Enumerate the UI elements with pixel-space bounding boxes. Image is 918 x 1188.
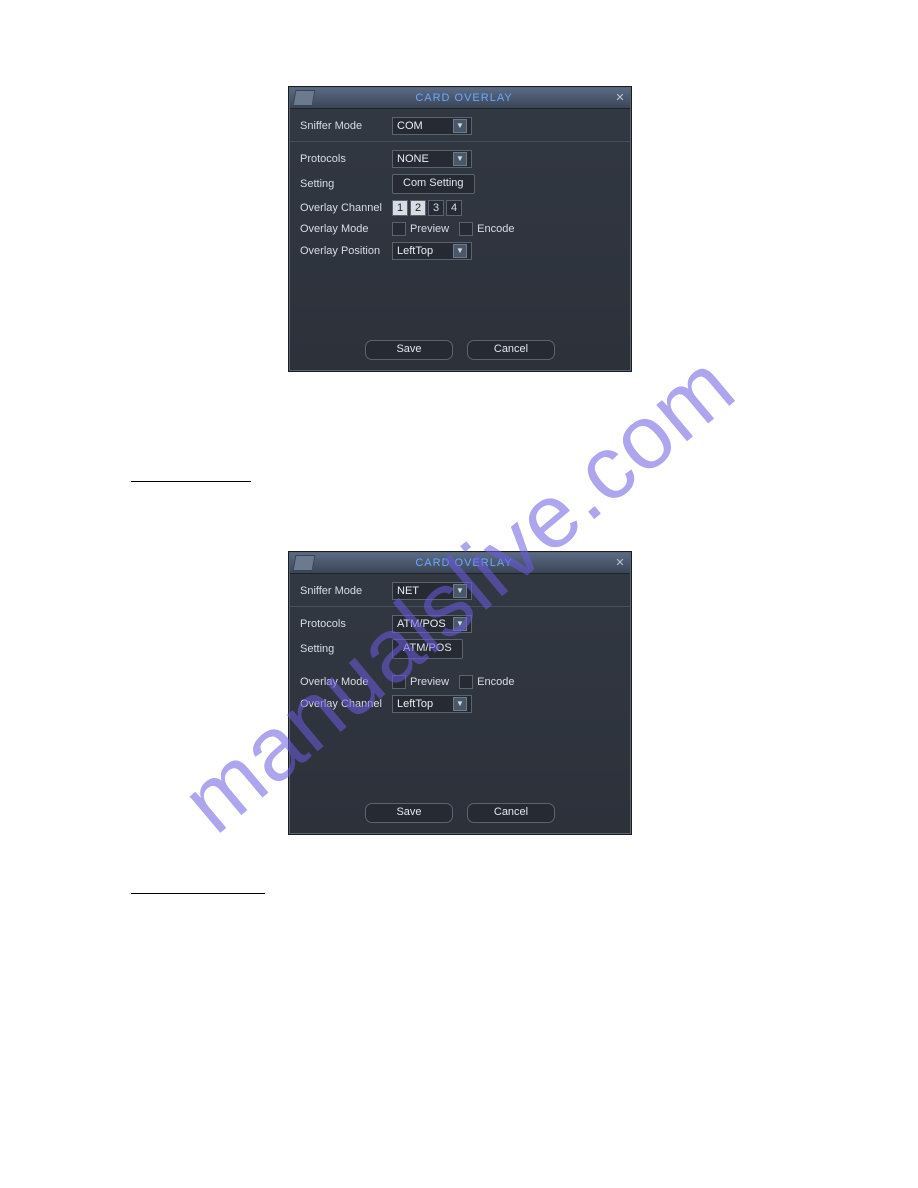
sniffer-mode-label: Sniffer Mode xyxy=(300,120,392,132)
protocols-label: Protocols xyxy=(300,618,392,630)
preview-label: Preview xyxy=(410,223,449,235)
dialog-body: Sniffer Mode COM ▼ Protocols NONE ▼ Sett… xyxy=(290,109,630,370)
preview-label: Preview xyxy=(410,676,449,688)
overlay-channel-label: Overlay Channel xyxy=(300,202,392,214)
overlay-position-dropdown[interactable]: LeftTop ▼ xyxy=(392,242,472,260)
dialog-footer: Save Cancel xyxy=(300,336,620,360)
overlay-channel-dropdown[interactable]: LeftTop ▼ xyxy=(392,695,472,713)
protocols-dropdown[interactable]: NONE ▼ xyxy=(392,150,472,168)
channel-3[interactable]: 3 xyxy=(428,200,444,216)
card-overlay-dialog-com: CARD OVERLAY ✕ Sniffer Mode COM ▼ Protoc… xyxy=(289,87,631,371)
overlay-position-label: Overlay Position xyxy=(300,245,392,257)
overlay-position-value: LeftTop xyxy=(397,245,449,257)
cancel-button[interactable]: Cancel xyxy=(467,803,555,823)
protocols-label: Protocols xyxy=(300,153,392,165)
encode-checkbox[interactable] xyxy=(459,222,473,236)
sniffer-mode-dropdown[interactable]: COM ▼ xyxy=(392,117,472,135)
close-icon[interactable]: ✕ xyxy=(610,89,630,107)
encode-checkbox[interactable] xyxy=(459,675,473,689)
sniffer-mode-value: NET xyxy=(397,585,449,597)
channel-1[interactable]: 1 xyxy=(392,200,408,216)
setting-label: Setting xyxy=(300,643,392,655)
chevron-down-icon: ▼ xyxy=(453,697,467,711)
window-icon xyxy=(293,90,316,106)
figure-caption-1 xyxy=(131,481,251,482)
window-title: CARD OVERLAY xyxy=(318,557,610,569)
save-button[interactable]: Save xyxy=(365,340,453,360)
overlay-channel-label: Overlay Channel xyxy=(300,698,392,710)
chevron-down-icon: ▼ xyxy=(453,584,467,598)
atm-pos-button[interactable]: ATM/POS xyxy=(392,639,463,659)
preview-checkbox[interactable] xyxy=(392,675,406,689)
chevron-down-icon: ▼ xyxy=(453,244,467,258)
protocols-dropdown[interactable]: ATM/POS ▼ xyxy=(392,615,472,633)
encode-label: Encode xyxy=(477,223,514,235)
sniffer-mode-label: Sniffer Mode xyxy=(300,585,392,597)
titlebar: CARD OVERLAY ✕ xyxy=(290,88,630,109)
sniffer-mode-value: COM xyxy=(397,120,449,132)
window-icon xyxy=(293,555,316,571)
window-title: CARD OVERLAY xyxy=(318,92,610,104)
protocols-value: ATM/POS xyxy=(397,618,449,630)
channel-2[interactable]: 2 xyxy=(410,200,426,216)
overlay-channel-group: 1 2 3 4 xyxy=(392,200,462,216)
sniffer-mode-dropdown[interactable]: NET ▼ xyxy=(392,582,472,600)
separator xyxy=(290,141,630,142)
dialog-footer: Save Cancel xyxy=(300,799,620,823)
titlebar: CARD OVERLAY ✕ xyxy=(290,553,630,574)
com-setting-button[interactable]: Com Setting xyxy=(392,174,475,194)
overlay-mode-label: Overlay Mode xyxy=(300,223,392,235)
figure-caption-2 xyxy=(131,893,265,894)
cancel-button[interactable]: Cancel xyxy=(467,340,555,360)
overlay-channel-value: LeftTop xyxy=(397,698,449,710)
separator xyxy=(290,606,630,607)
channel-4[interactable]: 4 xyxy=(446,200,462,216)
encode-label: Encode xyxy=(477,676,514,688)
chevron-down-icon: ▼ xyxy=(453,152,467,166)
close-icon[interactable]: ✕ xyxy=(610,554,630,572)
overlay-mode-label: Overlay Mode xyxy=(300,676,392,688)
preview-checkbox[interactable] xyxy=(392,222,406,236)
save-button[interactable]: Save xyxy=(365,803,453,823)
protocols-value: NONE xyxy=(397,153,449,165)
card-overlay-dialog-net: CARD OVERLAY ✕ Sniffer Mode NET ▼ Protoc… xyxy=(289,552,631,834)
chevron-down-icon: ▼ xyxy=(453,119,467,133)
setting-label: Setting xyxy=(300,178,392,190)
chevron-down-icon: ▼ xyxy=(453,617,467,631)
dialog-body: Sniffer Mode NET ▼ Protocols ATM/POS ▼ S… xyxy=(290,574,630,833)
